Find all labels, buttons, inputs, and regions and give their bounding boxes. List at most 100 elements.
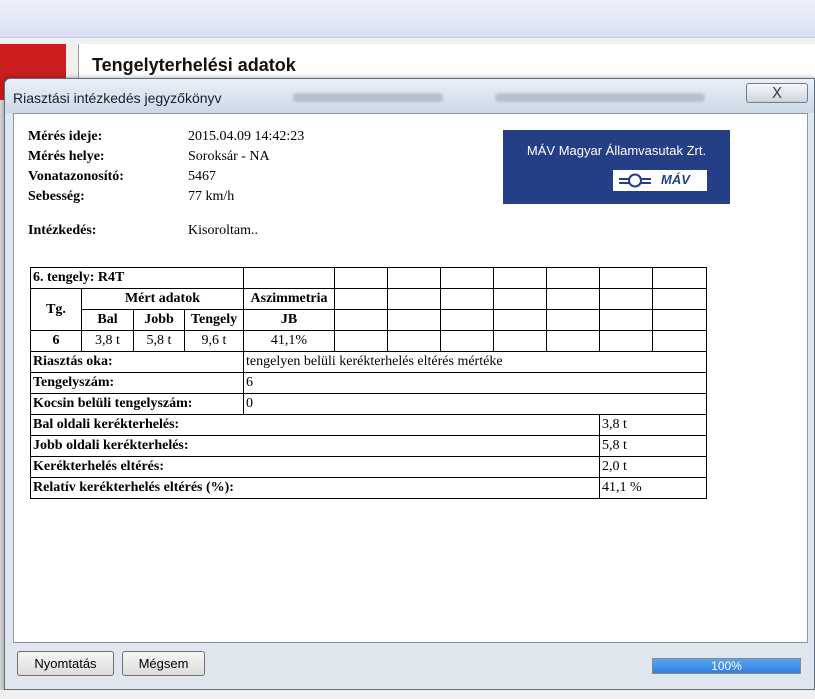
table-row: Relatív kerékterhelés eltérés (%): 41,1 … — [30, 477, 707, 499]
col-header-asymmetry: Aszimmetria — [243, 288, 335, 310]
table-cell — [652, 288, 707, 310]
info-label: Intézkedés: — [28, 223, 97, 238]
table-cell — [599, 330, 653, 352]
col-header-measured: Mért adatok — [81, 288, 244, 310]
mav-railway-logo-icon — [619, 173, 651, 188]
table-cell — [599, 288, 653, 310]
load-label: Bal oldali kerékterhelés: — [30, 414, 600, 436]
col-header-tengely: Tengely — [184, 309, 244, 331]
table-cell — [652, 330, 707, 352]
table-cell — [440, 309, 494, 331]
load-label: Relatív kerékterhelés eltérés (%): — [30, 477, 600, 499]
table-cell — [334, 288, 388, 310]
table-row: Riasztás oka: tengelyen belüli kerékterh… — [30, 351, 707, 373]
info-value: Kisoroltam.. — [188, 223, 258, 238]
info-label: Mérés helye: — [28, 149, 105, 164]
cell-tengely: 9,6 t — [184, 330, 244, 352]
info-value: 2015.04.09 14:42:23 — [188, 129, 305, 144]
cell-jb: 41,1% — [243, 330, 335, 352]
mav-logo: MÁV Magyar Államvasutak Zrt. MÁV — [503, 130, 730, 204]
detail-label: Riasztás oka: — [30, 351, 244, 373]
table-cell — [493, 330, 547, 352]
cancel-button[interactable]: Mégsem — [122, 651, 205, 676]
cell-tg: 6 — [30, 330, 82, 352]
dialog-titlebar[interactable]: Riasztási intézkedés jegyzőkönyv X — [5, 79, 814, 113]
table-row: Jobb oldali kerékterhelés: 5,8 t — [30, 435, 707, 457]
info-label: Sebesség: — [28, 189, 85, 204]
table-cell — [652, 309, 707, 331]
table-cell — [334, 309, 388, 331]
axle-data-table: 6. tengely: R4T Tg. Mért adatok Aszimmet… — [30, 267, 707, 499]
table-cell — [546, 267, 600, 289]
logo-mark: MÁV — [613, 170, 707, 191]
measurement-info: Mérés ideje: 2015.04.09 14:42:23 Mérés he… — [28, 128, 304, 242]
blurred-title-text — [495, 93, 705, 102]
detail-value: tengelyen belüli kerékterhelés eltérés m… — [243, 351, 707, 373]
info-label: Mérés ideje: — [28, 129, 103, 144]
load-value: 3,8 t — [599, 414, 707, 436]
detail-value: 0 — [243, 393, 707, 415]
load-value: 2,0 t — [599, 456, 707, 478]
info-row-action: Intézkedés: Kisoroltam.. — [28, 222, 304, 242]
detail-label: Kocsin belüli tengelyszám: — [30, 393, 244, 415]
info-value: 5467 — [188, 169, 216, 184]
table-cell — [387, 309, 441, 331]
blurred-title-text — [293, 93, 443, 102]
info-row-train-id: Vonatazonosító: 5467 — [28, 168, 304, 188]
table-cell — [546, 309, 600, 331]
table-cell — [334, 330, 388, 352]
print-button[interactable]: Nyomtatás — [17, 651, 114, 676]
logo-text: MÁV Magyar Államvasutak Zrt. — [526, 143, 707, 158]
cell-bal: 3,8 t — [81, 330, 134, 352]
table-row: Bal oldali kerékterhelés: 3,8 t — [30, 414, 707, 436]
table-cell — [652, 267, 707, 289]
progress-label: 100% — [711, 659, 742, 673]
table-cell — [546, 330, 600, 352]
table-cell — [493, 288, 547, 310]
load-label: Jobb oldali kerékterhelés: — [30, 435, 600, 457]
load-value: 41,1 % — [599, 477, 707, 499]
col-header-jobb: Jobb — [133, 309, 185, 331]
table-cell — [493, 267, 547, 289]
table-cell — [440, 330, 494, 352]
info-label: Vonatazonosító: — [28, 169, 124, 184]
close-button[interactable]: X — [746, 83, 808, 103]
alarm-report-dialog: Riasztási intézkedés jegyzőkönyv X Mérés… — [4, 78, 815, 690]
table-row: Tg. Mért adatok Aszimmetria — [30, 288, 707, 331]
progress-bar: 100% — [652, 658, 801, 674]
load-label: Kerékterhelés eltérés: — [30, 456, 600, 478]
info-row-speed: Sebesség: 77 km/h — [28, 188, 304, 208]
table-row: Kerékterhelés eltérés: 2,0 t — [30, 456, 707, 478]
table-cell — [387, 330, 441, 352]
background-bottom-strip — [0, 690, 815, 699]
info-value: Soroksár - NA — [188, 149, 270, 164]
col-header-bal: Bal — [81, 309, 134, 331]
table-cell — [243, 267, 335, 289]
info-row-location: Mérés helye: Soroksár - NA — [28, 148, 304, 168]
table-cell — [387, 288, 441, 310]
load-value: 5,8 t — [599, 435, 707, 457]
table-cell — [440, 267, 494, 289]
table-cell — [546, 288, 600, 310]
table-cell — [493, 309, 547, 331]
logo-mark-text: MÁV — [661, 172, 690, 187]
col-header-jb: JB — [243, 309, 335, 331]
detail-value: 6 — [243, 372, 707, 394]
background-page-title: Tengelyterhelési adatok — [92, 55, 296, 75]
table-row: 6 3,8 t 5,8 t 9,6 t 41,1% — [30, 330, 707, 352]
table-cell — [599, 309, 653, 331]
report-content: Mérés ideje: 2015.04.09 14:42:23 Mérés he… — [13, 113, 808, 643]
table-cell — [599, 267, 653, 289]
table-cell — [440, 288, 494, 310]
axle-title: 6. tengely: R4T — [30, 267, 244, 289]
detail-label: Tengelyszám: — [30, 372, 244, 394]
dialog-title: Riasztási intézkedés jegyzőkönyv — [13, 90, 222, 106]
table-row: Bal Jobb Tengely JB — [31, 309, 707, 331]
table-row: 6. tengely: R4T — [30, 267, 707, 289]
info-row-time: Mérés ideje: 2015.04.09 14:42:23 — [28, 128, 304, 148]
background-header-bar — [0, 0, 815, 38]
cell-jobb: 5,8 t — [133, 330, 185, 352]
info-value: 77 km/h — [188, 189, 235, 204]
table-cell — [334, 267, 388, 289]
table-row: Kocsin belüli tengelyszám: 0 — [30, 393, 707, 415]
